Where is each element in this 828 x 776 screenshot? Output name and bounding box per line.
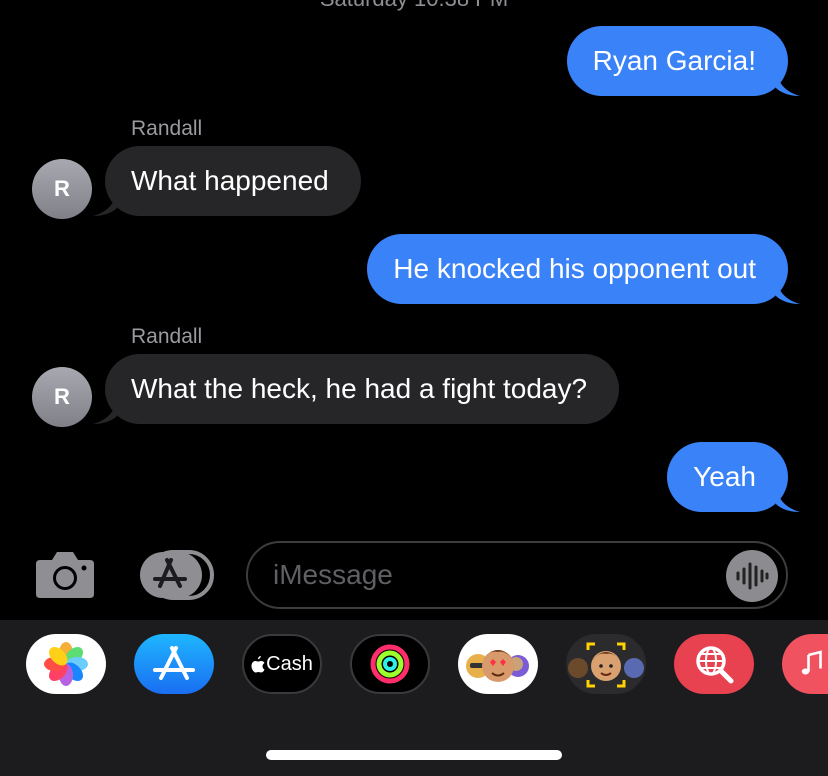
message-bubble-received[interactable]: What the heck, he had a fight today? — [93, 354, 620, 424]
message-text: Yeah — [693, 461, 756, 492]
message-bubble-sent[interactable]: Ryan Garcia! — [566, 26, 800, 96]
message-text: What the heck, he had a fight today? — [131, 373, 588, 404]
memoji-camera-icon[interactable] — [566, 634, 646, 694]
app-store-icon[interactable] — [134, 634, 214, 694]
apple-cash-icon[interactable]: Cash — [242, 634, 322, 694]
sender-name: Randall — [131, 117, 203, 140]
memoji-stickers-icon[interactable] — [458, 634, 538, 694]
sender-name: Randall — [131, 325, 203, 348]
message-input-placeholder: iMessage — [273, 559, 393, 590]
home-indicator[interactable] — [266, 750, 562, 760]
message-input[interactable]: iMessage — [246, 541, 788, 609]
message-text: What happened — [131, 165, 329, 196]
app-store-apps-icon[interactable] — [138, 548, 214, 602]
message-text: Ryan Garcia! — [592, 45, 756, 76]
message-bubble-sent[interactable]: He knocked his opponent out — [367, 234, 800, 304]
message-bubble-received[interactable]: What happened — [93, 146, 361, 216]
timestamp: Saturday 10:38 PM — [0, 0, 828, 12]
activity-icon[interactable] — [350, 634, 430, 694]
avatar[interactable]: R — [32, 159, 92, 219]
photos-icon[interactable] — [26, 634, 106, 694]
camera-icon[interactable] — [34, 548, 96, 600]
globe-search-icon[interactable] — [674, 634, 754, 694]
audio-message-icon[interactable] — [726, 550, 778, 602]
avatar[interactable]: R — [32, 367, 92, 427]
message-bubble-sent[interactable]: Yeah — [667, 442, 800, 512]
music-icon[interactable] — [782, 634, 828, 694]
apple-cash-label: Cash — [266, 652, 313, 675]
message-text: He knocked his opponent out — [393, 253, 756, 284]
